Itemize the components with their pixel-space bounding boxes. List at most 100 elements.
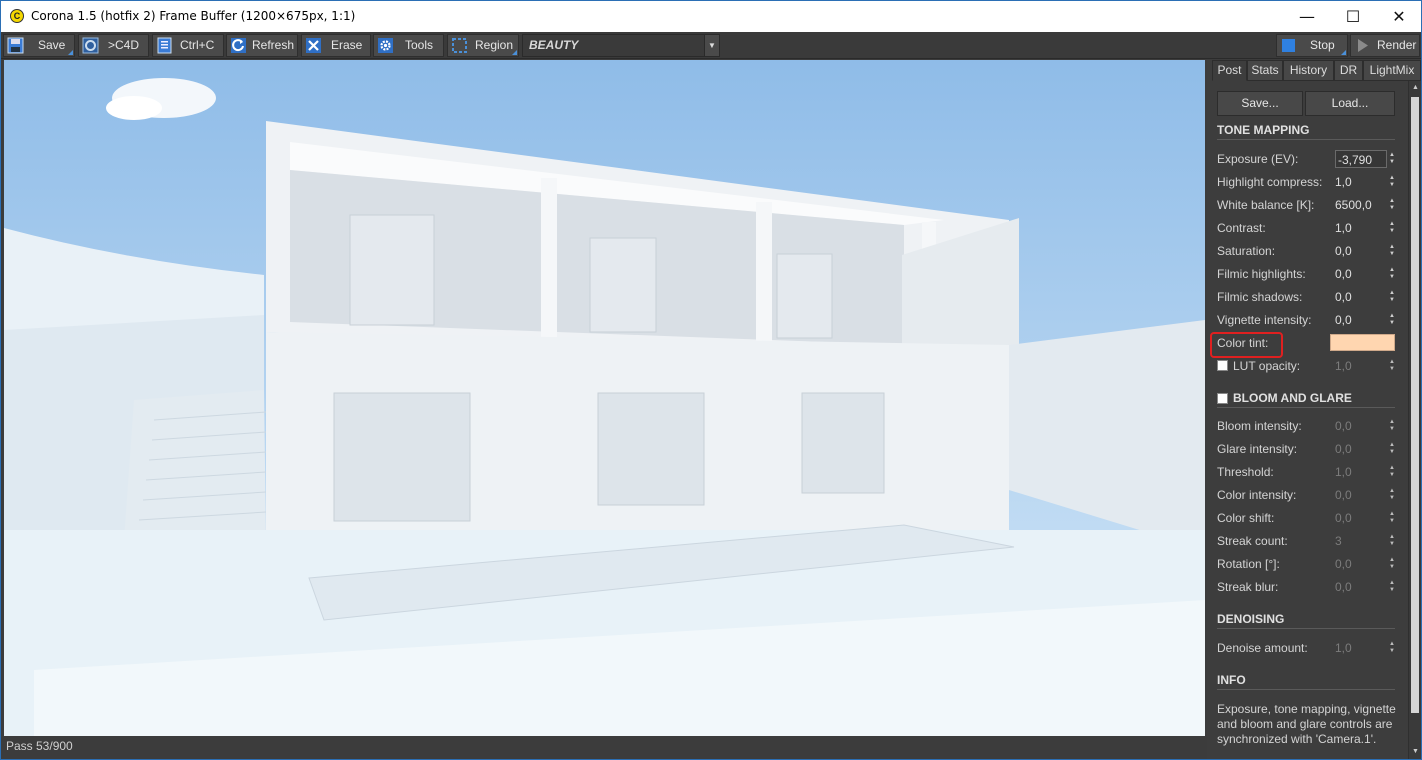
lut-opacity-input[interactable]: 1,0	[1335, 357, 1387, 375]
rotation-spinner-icon[interactable]: ▲ ▼	[1388, 557, 1396, 571]
color-tint-highlight-ring	[1210, 332, 1283, 358]
stop-square-icon	[1282, 39, 1295, 52]
highlight-compress-row: Highlight compress: 1,0 ▲ ▼	[1217, 173, 1395, 191]
denoise-amount-spinner-icon[interactable]: ▲ ▼	[1388, 641, 1396, 655]
panel-scrollbar[interactable]: ▲ ▼	[1408, 81, 1421, 759]
color-tint-swatch[interactable]	[1330, 334, 1395, 351]
white-balance-spinner-icon[interactable]: ▲ ▼	[1388, 198, 1396, 212]
streak-count-input[interactable]: 3	[1335, 532, 1387, 550]
post-save-button[interactable]: Save...	[1217, 91, 1303, 116]
scroll-down-icon[interactable]: ▼	[1409, 745, 1422, 759]
render-pass-select[interactable]: BEAUTY ▼	[522, 34, 720, 57]
highlight-compress-input[interactable]: 1,0	[1335, 173, 1387, 191]
contrast-row: Contrast: 1,0 ▲ ▼	[1217, 219, 1395, 237]
scroll-up-icon[interactable]: ▲	[1409, 81, 1422, 95]
denoise-amount-input[interactable]: 1,0	[1335, 639, 1387, 657]
erase-label: Erase	[331, 38, 363, 52]
color-intensity-input[interactable]: 0,0	[1335, 486, 1387, 504]
save-options-corner[interactable]	[68, 50, 73, 55]
filmic-highlights-label: Filmic highlights:	[1217, 267, 1306, 281]
scrollbar-thumb[interactable]	[1411, 97, 1419, 713]
contrast-label: Contrast:	[1217, 221, 1266, 235]
glare-intensity-spinner-icon[interactable]: ▲ ▼	[1388, 442, 1396, 456]
saturation-spinner-icon[interactable]: ▲ ▼	[1388, 244, 1396, 258]
vignette-intensity-input[interactable]: 0,0	[1335, 311, 1387, 329]
render-viewport[interactable]	[4, 60, 1205, 736]
tab-stats[interactable]: Stats	[1247, 60, 1283, 81]
vignette-intensity-row: Vignette intensity: 0,0 ▲ ▼	[1217, 311, 1395, 329]
save-label: Save	[38, 38, 66, 52]
region-button[interactable]: Region	[447, 34, 519, 57]
erase-button[interactable]: Erase	[301, 34, 371, 57]
save-button[interactable]: Save	[3, 34, 75, 57]
threshold-input[interactable]: 1,0	[1335, 463, 1387, 481]
highlight-compress-spinner-icon[interactable]: ▲ ▼	[1388, 175, 1396, 189]
stop-options-corner[interactable]	[1341, 50, 1346, 55]
pass-counter: Pass 53/900	[6, 739, 73, 753]
streak-blur-label: Streak blur:	[1217, 580, 1279, 594]
copy-button[interactable]: Ctrl+C	[152, 34, 224, 57]
color-intensity-spinner-icon[interactable]: ▲ ▼	[1388, 488, 1396, 502]
play-icon	[1358, 39, 1368, 52]
color-intensity-row: Color intensity: 0,0 ▲ ▼	[1217, 486, 1395, 504]
window-title: Corona 1.5 (hotfix 2) Frame Buffer (1200…	[31, 9, 356, 23]
vignette-intensity-label: Vignette intensity:	[1217, 313, 1312, 327]
tools-button[interactable]: Tools	[373, 34, 444, 57]
glare-intensity-input[interactable]: 0,0	[1335, 440, 1387, 458]
chevron-down-icon[interactable]: ▼	[704, 35, 719, 56]
denoise-amount-label: Denoise amount:	[1217, 641, 1308, 655]
lut-opacity-spinner-icon[interactable]: ▲ ▼	[1388, 359, 1396, 373]
streak-count-spinner-icon[interactable]: ▲ ▼	[1388, 534, 1396, 548]
post-panel: Post Stats History DR LightMix ▲ ▼ Save.…	[1207, 60, 1421, 759]
threshold-spinner-icon[interactable]: ▲ ▼	[1388, 465, 1396, 479]
color-shift-input[interactable]: 0,0	[1335, 509, 1387, 527]
filmic-shadows-spinner-icon[interactable]: ▲ ▼	[1388, 290, 1396, 304]
saturation-label: Saturation:	[1217, 244, 1276, 258]
filmic-shadows-row: Filmic shadows: 0,0 ▲ ▼	[1217, 288, 1395, 306]
color-shift-row: Color shift: 0,0 ▲ ▼	[1217, 509, 1395, 527]
minimize-button[interactable]: —	[1284, 1, 1330, 32]
c4d-button[interactable]: >C4D	[78, 34, 149, 57]
rotation-row: Rotation [°]: 0,0 ▲ ▼	[1217, 555, 1395, 573]
bloom-intensity-spinner-icon[interactable]: ▲ ▼	[1388, 419, 1396, 433]
saturation-row: Saturation: 0,0 ▲ ▼	[1217, 242, 1395, 260]
rotation-input[interactable]: 0,0	[1335, 555, 1387, 573]
close-button[interactable]: ✕	[1376, 1, 1422, 32]
exposure-row: Exposure (EV): -3,790 ▲ ▼	[1217, 150, 1395, 168]
streak-blur-spinner-icon[interactable]: ▲ ▼	[1388, 580, 1396, 594]
filmic-highlights-input[interactable]: 0,0	[1335, 265, 1387, 283]
white-balance-label: White balance [K]:	[1217, 198, 1315, 212]
region-options-corner[interactable]	[512, 50, 517, 55]
white-balance-input[interactable]: 6500,0	[1335, 196, 1387, 214]
bloom-glare-checkbox[interactable]	[1217, 393, 1228, 404]
white-balance-row: White balance [K]: 6500,0 ▲ ▼	[1217, 196, 1395, 214]
stop-button[interactable]: Stop	[1276, 34, 1348, 57]
post-load-button[interactable]: Load...	[1305, 91, 1395, 116]
render-button[interactable]: Render	[1350, 34, 1420, 57]
color-shift-spinner-icon[interactable]: ▲ ▼	[1388, 511, 1396, 525]
filmic-highlights-spinner-icon[interactable]: ▲ ▼	[1388, 267, 1396, 281]
vignette-intensity-spinner-icon[interactable]: ▲ ▼	[1388, 313, 1396, 327]
saturation-input[interactable]: 0,0	[1335, 242, 1387, 260]
filmic-shadows-input[interactable]: 0,0	[1335, 288, 1387, 306]
refresh-label: Refresh	[252, 38, 295, 52]
maximize-button[interactable]: ☐	[1330, 1, 1376, 32]
streak-blur-input[interactable]: 0,0	[1335, 578, 1387, 596]
bloom-intensity-input[interactable]: 0,0	[1335, 417, 1387, 435]
contrast-input[interactable]: 1,0	[1335, 219, 1387, 237]
tab-lightmix[interactable]: LightMix	[1363, 60, 1421, 81]
contrast-spinner-icon[interactable]: ▲ ▼	[1388, 221, 1396, 235]
filmic-shadows-label: Filmic shadows:	[1217, 290, 1303, 304]
refresh-button[interactable]: Refresh	[226, 34, 298, 57]
exposure-label: Exposure (EV):	[1217, 152, 1299, 166]
render-label: Render	[1377, 38, 1417, 52]
exposure-spinner-icon[interactable]: ▲ ▼	[1388, 152, 1396, 166]
tab-post[interactable]: Post	[1212, 60, 1247, 81]
clipboard-icon	[157, 37, 172, 54]
lut-checkbox[interactable]	[1217, 360, 1228, 371]
tab-dr[interactable]: DR	[1334, 60, 1363, 81]
glare-intensity-row: Glare intensity: 0,0 ▲ ▼	[1217, 440, 1395, 458]
tab-history[interactable]: History	[1283, 60, 1334, 81]
exposure-input[interactable]: -3,790	[1335, 150, 1387, 168]
glare-intensity-label: Glare intensity:	[1217, 442, 1298, 456]
